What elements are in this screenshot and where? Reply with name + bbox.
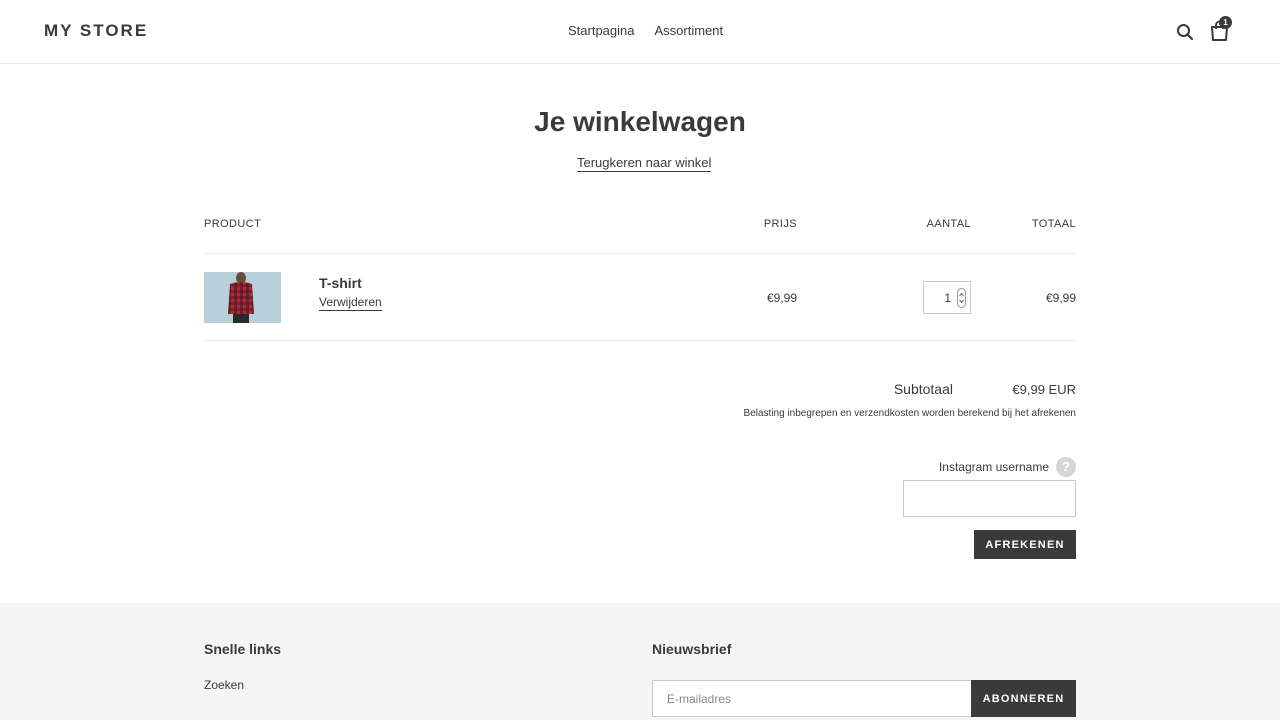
subscribe-button[interactable]: ABONNEREN xyxy=(971,680,1076,717)
item-line-total: €9,99 xyxy=(1045,291,1076,305)
newsletter-email-field[interactable] xyxy=(652,680,972,717)
subtotal-label: Subtotaal xyxy=(893,381,953,397)
tax-shipping-note: Belasting inbegrepen en verzendkosten wo… xyxy=(743,408,1076,419)
column-header-product: PRODUCT xyxy=(204,218,262,230)
cart-count-badge: 1 xyxy=(1219,16,1232,29)
divider xyxy=(204,340,1076,341)
store-logo[interactable]: MY STORE xyxy=(44,21,148,41)
site-footer: Snelle links Zoeken Nieuwsbrief ABONNERE… xyxy=(0,603,1280,720)
checkout-button[interactable]: AFREKENEN xyxy=(974,530,1076,559)
subtotal-value: €9,99 EUR xyxy=(1012,382,1076,397)
column-header-total: TOTAAL xyxy=(1031,218,1076,230)
divider xyxy=(204,253,1076,254)
newsletter-heading: Nieuwsbrief xyxy=(652,641,732,657)
main-nav: Startpagina Assortiment xyxy=(568,23,723,38)
nav-link-home[interactable]: Startpagina xyxy=(568,23,635,38)
instagram-username-field[interactable] xyxy=(903,480,1076,517)
help-icon[interactable]: ? xyxy=(1056,457,1076,477)
column-header-quantity: AANTAL xyxy=(926,218,971,230)
instagram-username-label: Instagram username xyxy=(938,460,1049,474)
product-name-link[interactable]: T-shirt xyxy=(319,275,362,291)
quantity-input[interactable] xyxy=(924,282,954,313)
footer-link-search[interactable]: Zoeken xyxy=(204,678,244,692)
quantity-stepper xyxy=(923,281,971,314)
nav-link-catalog[interactable]: Assortiment xyxy=(655,23,724,38)
quantity-spinner-icon[interactable] xyxy=(957,288,966,308)
remove-item-link[interactable]: Verwijderen xyxy=(319,295,382,311)
continue-shopping-link[interactable]: Terugkeren naar winkel xyxy=(577,155,712,172)
column-header-price: PRIJS xyxy=(763,218,797,230)
quick-links-heading: Snelle links xyxy=(204,641,282,657)
item-price: €9,99 xyxy=(766,291,797,305)
search-icon[interactable] xyxy=(1176,23,1194,41)
page-title: Je winkelwagen xyxy=(534,106,746,137)
product-thumbnail[interactable] xyxy=(204,272,281,323)
site-header: MY STORE Startpagina Assortiment 1 xyxy=(0,0,1280,64)
